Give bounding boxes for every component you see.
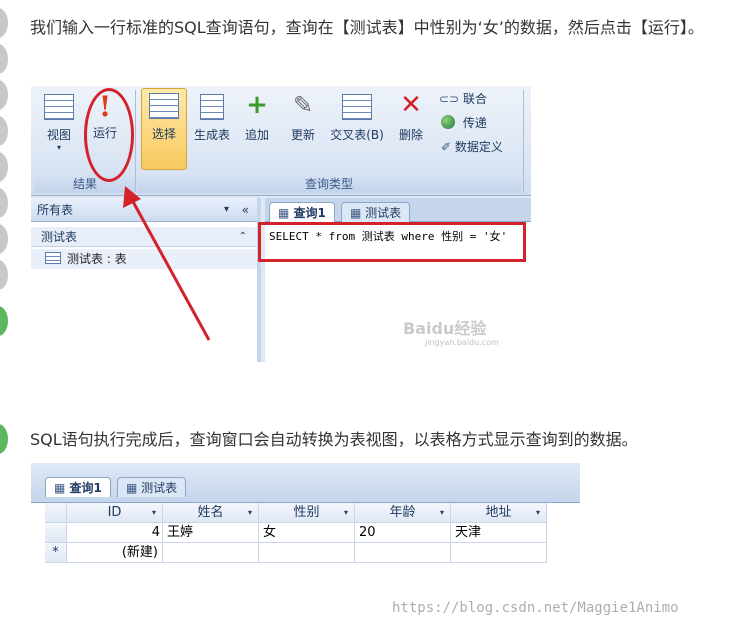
dropdown-arrow-icon[interactable]: ▾ <box>152 503 156 523</box>
column-header-gender[interactable]: 性别 ▾ <box>259 503 355 523</box>
dropdown-arrow-icon[interactable]: ▾ <box>536 503 540 523</box>
table-cell[interactable] <box>163 543 259 563</box>
select-all-corner[interactable] <box>45 503 67 523</box>
table-cell[interactable]: 女 <box>259 523 355 543</box>
dropdown-arrow-icon[interactable]: ▾ <box>248 503 252 523</box>
table-cell[interactable] <box>451 543 547 563</box>
tab-test-table[interactable]: ▦ 测试表 <box>117 477 187 497</box>
new-row-cell[interactable]: (新建) <box>67 543 163 563</box>
dropdown-arrow-icon[interactable]: ▾ <box>344 503 348 523</box>
new-row-marker[interactable]: * <box>45 543 67 563</box>
query-icon: ▦ <box>54 481 66 495</box>
table-cell[interactable]: 王婷 <box>163 523 259 543</box>
step-bullet-active <box>0 306 8 336</box>
table-cell[interactable]: 4 <box>67 523 163 543</box>
table-cell[interactable] <box>259 543 355 563</box>
table-cell[interactable]: 20 <box>355 523 451 543</box>
table-icon: ▦ <box>126 481 138 495</box>
row-selector[interactable] <box>45 523 67 543</box>
column-header-age[interactable]: 年龄 ▾ <box>355 503 451 523</box>
column-header-id[interactable]: ID ▾ <box>67 503 163 523</box>
step-bullet-active <box>0 424 8 454</box>
column-header-name[interactable]: 姓名 ▾ <box>163 503 259 523</box>
tab-query1[interactable]: ▦ 查询1 <box>45 477 111 497</box>
step-bullet <box>0 188 8 218</box>
column-header-address[interactable]: 地址 ▾ <box>451 503 547 523</box>
pointer-arrow <box>123 186 211 341</box>
dropdown-arrow-icon[interactable]: ▾ <box>440 503 444 523</box>
step-bullet <box>0 116 8 146</box>
table-cell[interactable] <box>355 543 451 563</box>
access-query-screenshot: 视图 ▾ ! 运行 结果 选择 生成表 + 追加 ✎ 更新 交叉表(B) ✕ 删… <box>31 86 531 362</box>
step-bullet <box>0 152 8 182</box>
step1-text: 我们输入一行标准的SQL查询语句，查询在【测试表】中性别为‘女’的数据，然后点击… <box>30 18 704 37</box>
datasheet-screenshot: ▦ 查询1 ▦ 测试表 ID ▾ 姓名 ▾ 性别 ▾ 年龄 ▾ 地址 ▾ 4 王婷 女 2… <box>31 463 580 614</box>
step-bullet <box>0 260 8 290</box>
table-cell[interactable]: 天津 <box>451 523 547 543</box>
csdn-watermark: https://blog.csdn.net/Maggie1Animo <box>392 600 679 616</box>
step-bullet <box>0 80 8 110</box>
step-bullet <box>0 8 8 38</box>
datasheet-tabs: ▦ 查询1 ▦ 测试表 <box>31 463 580 503</box>
step2-text: SQL语句执行完成后，查询窗口会自动转换为表视图，以表格方式显示查询到的数据。 <box>30 430 638 449</box>
step-bullet <box>0 44 8 74</box>
step-bullet <box>0 224 8 254</box>
